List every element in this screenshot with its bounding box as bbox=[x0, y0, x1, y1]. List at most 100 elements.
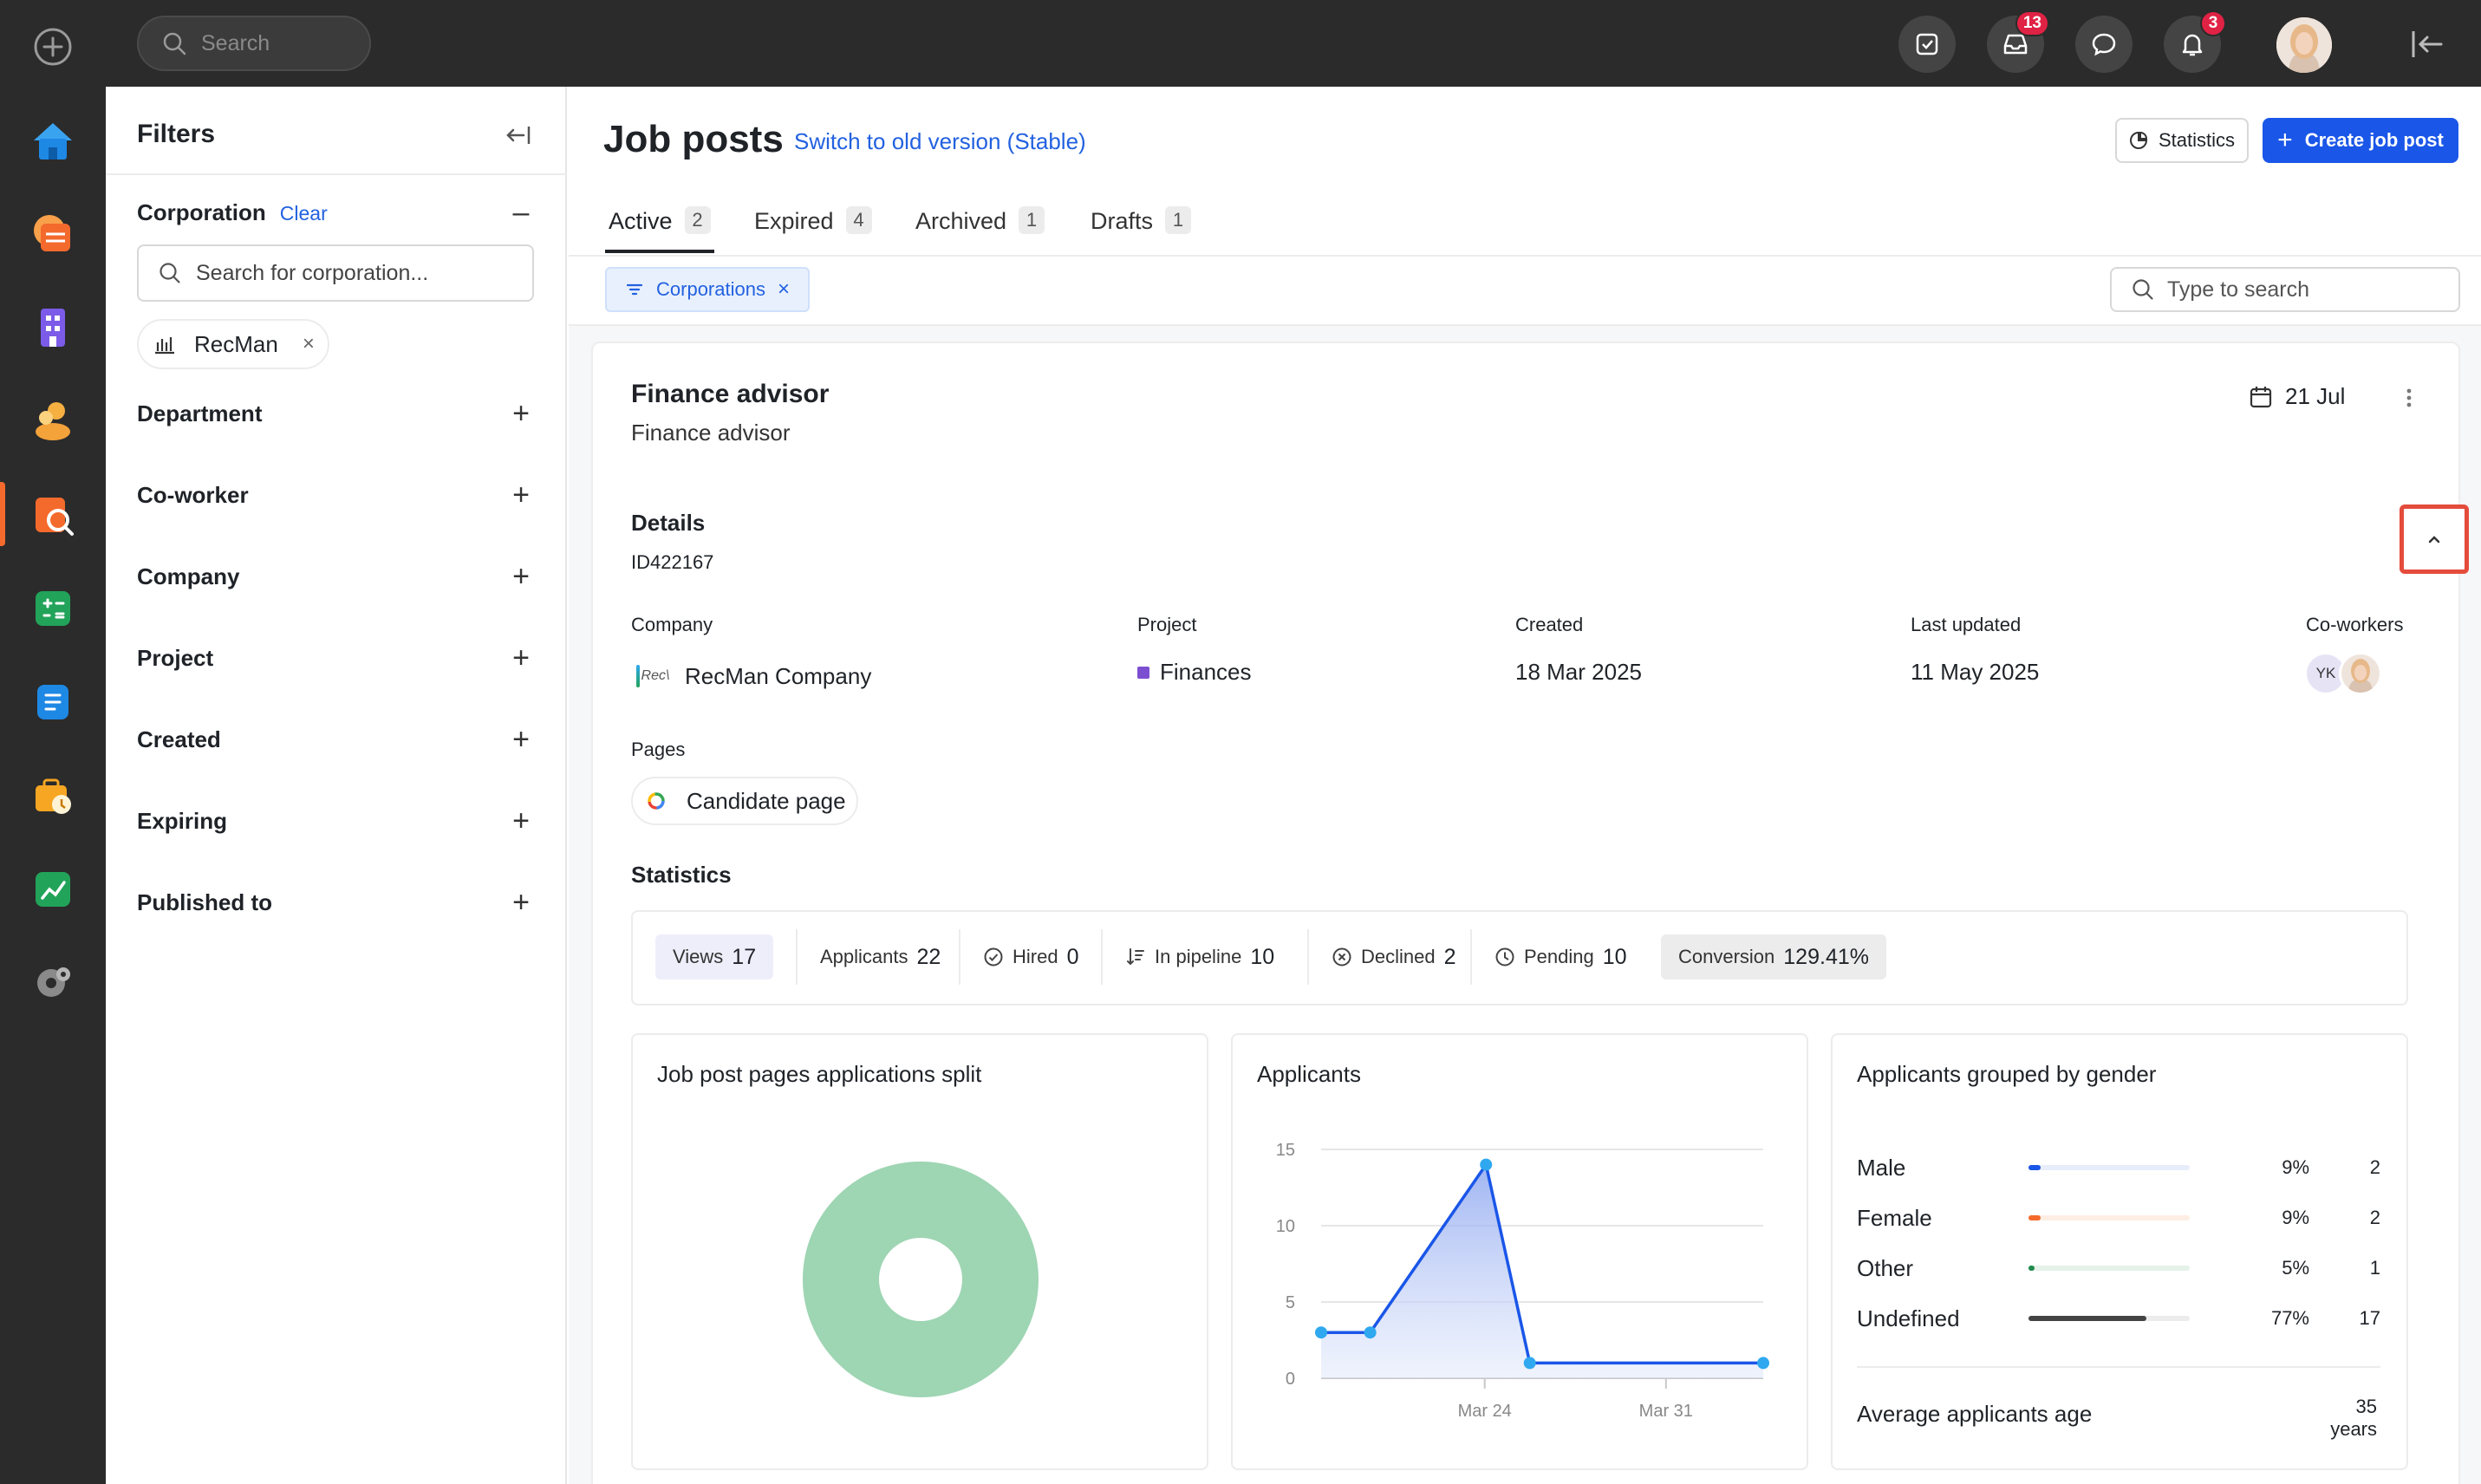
statistics-button[interactable]: Statistics bbox=[2115, 118, 2249, 163]
gender-divider bbox=[1857, 1366, 2380, 1368]
job-search-icon[interactable] bbox=[23, 485, 82, 544]
plus-icon[interactable]: + bbox=[506, 886, 536, 920]
search-icon bbox=[160, 263, 180, 283]
filter-project[interactable]: Project + bbox=[137, 641, 536, 675]
filter-company[interactable]: Company + bbox=[137, 560, 536, 594]
inbox-button[interactable]: 13 bbox=[1987, 10, 2049, 73]
tab-expired[interactable]: Expired 4 bbox=[754, 206, 872, 257]
clear-corporation-link[interactable]: Clear bbox=[280, 202, 328, 225]
stat-separator bbox=[796, 929, 798, 985]
document-icon[interactable] bbox=[23, 673, 82, 732]
more-options-icon[interactable] bbox=[2396, 385, 2422, 411]
stat-label: Applicants bbox=[820, 946, 908, 967]
close-icon[interactable]: × bbox=[303, 332, 315, 356]
settings-icon[interactable] bbox=[23, 954, 82, 1012]
stat-label: Hired bbox=[1013, 946, 1058, 967]
project-value[interactable]: Finances bbox=[1137, 659, 1252, 686]
y-tick-label: 0 bbox=[1286, 1370, 1295, 1389]
stat-label: In pipeline bbox=[1155, 946, 1242, 967]
company-value[interactable]: Rec\ RecMan Company bbox=[631, 659, 871, 693]
plus-icon[interactable]: + bbox=[506, 723, 536, 757]
filter-label: Published to bbox=[137, 889, 272, 915]
gender-percent: 9% bbox=[2282, 1156, 2309, 1178]
gender-label: Undefined bbox=[1857, 1305, 1960, 1331]
briefcase-clock-icon[interactable] bbox=[23, 766, 82, 825]
create-job-post-button[interactable]: + Create job post bbox=[2263, 118, 2458, 163]
corporations-filter-chip[interactable]: Corporations × bbox=[605, 267, 810, 312]
bank-icon bbox=[155, 337, 174, 355]
average-age-value: 35 years bbox=[2330, 1396, 2377, 1440]
coworker-avatar[interactable] bbox=[2339, 652, 2382, 695]
data-point bbox=[1480, 1158, 1493, 1171]
plus-icon[interactable]: + bbox=[506, 478, 536, 512]
stat-hired[interactable]: Hired 0 bbox=[966, 934, 1096, 980]
candidate-page-chip[interactable]: Candidate page bbox=[631, 777, 858, 825]
tasks-button[interactable] bbox=[1898, 16, 1956, 73]
stat-conversion[interactable]: Conversion 129.41% bbox=[1661, 934, 1886, 980]
corporation-search-input[interactable]: Search for corporation... bbox=[137, 244, 534, 302]
collapse-filters-icon[interactable] bbox=[503, 120, 534, 151]
filter-label: Created bbox=[137, 726, 221, 752]
minus-icon[interactable]: – bbox=[506, 196, 536, 230]
bell-icon bbox=[2182, 34, 2203, 56]
stat-applicants[interactable]: Applicants 22 bbox=[803, 934, 958, 980]
stat-in-pipeline[interactable]: In pipeline 10 bbox=[1108, 934, 1292, 980]
calendar-icon bbox=[2250, 386, 2272, 407]
filters-title: Filters bbox=[137, 120, 216, 148]
gender-row-female: Female 9% 2 bbox=[1857, 1201, 2380, 1236]
candidate-page-label: Candidate page bbox=[687, 787, 846, 814]
plus-icon[interactable]: + bbox=[506, 397, 536, 431]
search-icon bbox=[163, 32, 186, 55]
filter-corporation[interactable]: Corporation Clear – bbox=[137, 196, 536, 230]
chat-button[interactable] bbox=[2075, 16, 2133, 73]
x-circle-icon bbox=[1332, 947, 1351, 967]
building-icon[interactable] bbox=[23, 298, 82, 357]
spreadsheet-icon[interactable] bbox=[23, 579, 82, 638]
stat-label: Pending bbox=[1524, 946, 1594, 967]
stat-separator bbox=[959, 929, 960, 985]
plus-icon[interactable]: + bbox=[506, 641, 536, 675]
filter-co-worker[interactable]: Co-worker + bbox=[137, 478, 536, 512]
stat-views[interactable]: Views 17 bbox=[655, 934, 774, 980]
gender-bar-fill bbox=[2028, 1316, 2147, 1321]
filter-expiring[interactable]: Expiring + bbox=[137, 804, 536, 838]
analytics-icon[interactable] bbox=[23, 860, 82, 919]
calendar-icon[interactable] bbox=[23, 205, 82, 264]
job-search-placeholder: Type to search bbox=[2167, 277, 2309, 302]
panel-title: Applicants grouped by gender bbox=[1857, 1061, 2157, 1087]
home-icon[interactable] bbox=[23, 111, 82, 170]
notifications-button[interactable]: 3 bbox=[2164, 10, 2226, 73]
plus-icon[interactable]: + bbox=[506, 804, 536, 838]
stat-value: 0 bbox=[1066, 944, 1079, 969]
stat-declined[interactable]: Declined 2 bbox=[1314, 934, 1474, 980]
job-search-input[interactable]: Type to search bbox=[2110, 267, 2460, 312]
gender-label: Other bbox=[1857, 1255, 1914, 1281]
close-icon[interactable]: × bbox=[778, 277, 790, 302]
plus-icon[interactable]: + bbox=[506, 560, 536, 594]
filter-created[interactable]: Created + bbox=[137, 723, 536, 757]
tab-archived[interactable]: Archived 1 bbox=[915, 206, 1045, 257]
plus-icon: + bbox=[2277, 126, 2293, 154]
stat-value: 17 bbox=[732, 944, 757, 969]
gender-bar-fill bbox=[2028, 1165, 2041, 1170]
tab-drafts[interactable]: Drafts 1 bbox=[1091, 206, 1192, 257]
created-value: 18 Mar 2025 bbox=[1515, 659, 1642, 685]
filter-label: Project bbox=[137, 645, 214, 671]
stat-pending[interactable]: Pending 10 bbox=[1477, 934, 1644, 980]
corporation-chip-recman[interactable]: RecMan × bbox=[137, 319, 329, 369]
gender-count: 2 bbox=[2369, 1207, 2380, 1228]
collapse-details-button[interactable] bbox=[2400, 504, 2469, 574]
check-circle-icon bbox=[984, 947, 1003, 967]
add-icon[interactable] bbox=[23, 17, 82, 76]
filter-department[interactable]: Department + bbox=[137, 397, 536, 431]
applicants-line-chart: 0 5 10 15 Mar 24 Mar 31 bbox=[1276, 1141, 1769, 1421]
global-search-input[interactable]: Search bbox=[137, 16, 371, 71]
user-avatar[interactable] bbox=[2276, 17, 2332, 73]
people-icon[interactable] bbox=[23, 392, 82, 451]
collapse-sidebar-icon[interactable] bbox=[2410, 29, 2445, 59]
filter-published-to[interactable]: Published to + bbox=[137, 886, 536, 920]
switch-old-version-link[interactable]: Switch to old version (Stable) bbox=[794, 128, 1086, 155]
job-title[interactable]: Finance advisor bbox=[631, 380, 829, 409]
gender-row-other: Other 5% 1 bbox=[1857, 1252, 2380, 1286]
data-point bbox=[1364, 1326, 1377, 1339]
